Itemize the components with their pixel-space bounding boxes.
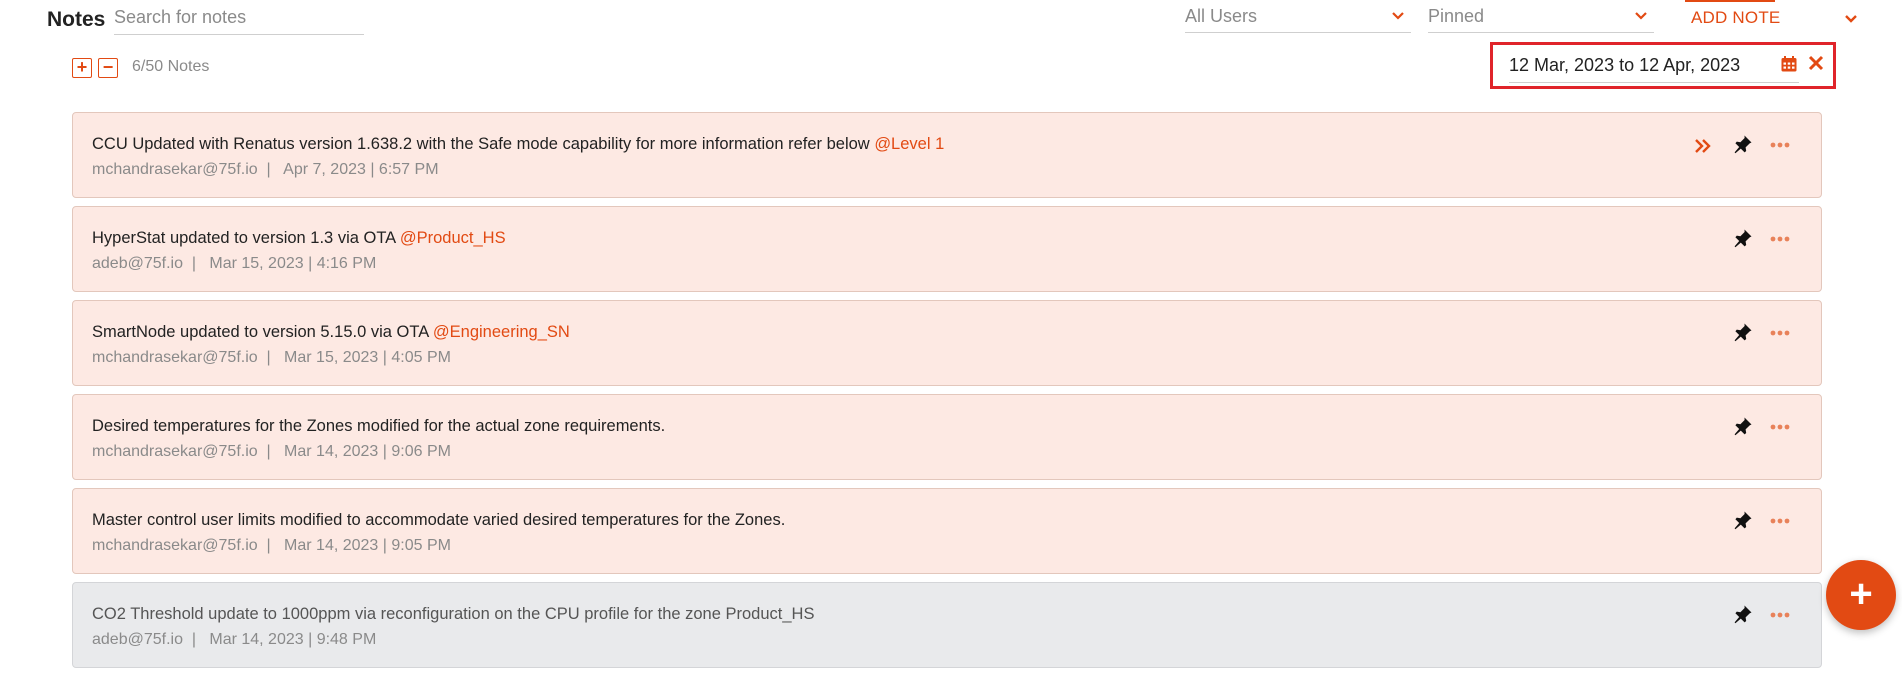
note-body: CCU Updated with Renatus version 1.638.2… <box>92 135 875 153</box>
note-item[interactable]: HyperStat updated to version 1.3 via OTA… <box>72 206 1822 292</box>
users-filter-select[interactable]: All Users <box>1185 4 1411 33</box>
pin-icon[interactable] <box>1733 416 1753 436</box>
note-text: Desired temperatures for the Zones modif… <box>92 417 665 436</box>
users-filter-label: All Users <box>1185 6 1258 26</box>
add-note-label: ADD NOTE <box>1691 8 1781 27</box>
add-note-button[interactable]: ADD NOTE <box>1675 0 1875 34</box>
chevron-down-icon <box>1392 12 1404 20</box>
note-meta: mchandrasekar@75f.io | Mar 15, 2023 | 4:… <box>92 349 451 366</box>
add-note-fab[interactable]: + <box>1826 560 1896 630</box>
note-body: HyperStat updated to version 1.3 via OTA <box>92 229 400 247</box>
notes-list: CCU Updated with Renatus version 1.638.2… <box>72 112 1822 676</box>
note-meta: mchandrasekar@75f.io | Mar 14, 2023 | 9:… <box>92 537 451 554</box>
note-body: Desired temperatures for the Zones modif… <box>92 417 666 435</box>
note-mention[interactable]: @Product_HS <box>400 229 506 247</box>
note-text: CO2 Threshold update to 1000ppm via reco… <box>92 605 814 624</box>
chevron-down-icon[interactable] <box>1842 10 1860 28</box>
more-options-icon[interactable] <box>1769 137 1791 153</box>
pin-icon[interactable] <box>1733 510 1753 530</box>
calendar-icon[interactable] <box>1780 55 1798 73</box>
pin-icon[interactable] <box>1733 322 1753 342</box>
note-item[interactable]: Master control user limits modified to a… <box>72 488 1822 574</box>
pinned-filter-select[interactable]: Pinned <box>1428 4 1654 33</box>
note-mention[interactable]: @Level 1 <box>874 135 944 153</box>
more-options-icon[interactable] <box>1769 513 1791 529</box>
note-text: Master control user limits modified to a… <box>92 511 785 530</box>
date-range-filter[interactable]: 12 Mar, 2023 to 12 Apr, 2023 <box>1490 42 1836 89</box>
note-item[interactable]: SmartNode updated to version 5.15.0 via … <box>72 300 1822 386</box>
note-body: CO2 Threshold update to 1000ppm via reco… <box>92 605 815 623</box>
pinned-filter-label: Pinned <box>1428 6 1485 26</box>
page-title: Notes <box>47 8 106 31</box>
pin-icon[interactable] <box>1733 228 1753 248</box>
clear-icon[interactable] <box>1807 54 1825 72</box>
add-note-underline <box>1685 0 1775 2</box>
more-options-icon[interactable] <box>1769 231 1791 247</box>
note-text: HyperStat updated to version 1.3 via OTA… <box>92 229 506 248</box>
note-body: SmartNode updated to version 5.15.0 via … <box>92 323 433 341</box>
note-text: SmartNode updated to version 5.15.0 via … <box>92 323 570 342</box>
note-mention[interactable]: @Engineering_SN <box>433 323 570 341</box>
note-meta: adeb@75f.io | Mar 14, 2023 | 9:48 PM <box>92 631 377 648</box>
double-chevron-right-icon[interactable] <box>1693 136 1713 156</box>
note-item[interactable]: CO2 Threshold update to 1000ppm via reco… <box>72 582 1822 668</box>
pin-icon[interactable] <box>1733 604 1753 624</box>
note-item[interactable]: CCU Updated with Renatus version 1.638.2… <box>72 112 1822 198</box>
date-range-value[interactable]: 12 Mar, 2023 to 12 Apr, 2023 <box>1509 55 1740 76</box>
collapse-all-button[interactable]: − <box>98 58 118 78</box>
search-input[interactable] <box>114 4 364 35</box>
note-meta: adeb@75f.io | Mar 15, 2023 | 4:16 PM <box>92 255 377 272</box>
more-options-icon[interactable] <box>1769 325 1791 341</box>
expand-all-button[interactable]: + <box>72 58 92 78</box>
note-meta: mchandrasekar@75f.io | Mar 14, 2023 | 9:… <box>92 443 451 460</box>
more-options-icon[interactable] <box>1769 419 1791 435</box>
date-range-underline <box>1509 82 1799 83</box>
note-item[interactable]: Desired temperatures for the Zones modif… <box>72 394 1822 480</box>
note-body: Master control user limits modified to a… <box>92 511 786 529</box>
chevron-down-icon <box>1635 12 1647 20</box>
note-meta: mchandrasekar@75f.io | Apr 7, 2023 | 6:5… <box>92 161 439 178</box>
more-options-icon[interactable] <box>1769 607 1791 623</box>
pin-icon[interactable] <box>1733 134 1753 154</box>
note-text: CCU Updated with Renatus version 1.638.2… <box>92 135 944 154</box>
notes-count: 6/50 Notes <box>132 58 210 75</box>
